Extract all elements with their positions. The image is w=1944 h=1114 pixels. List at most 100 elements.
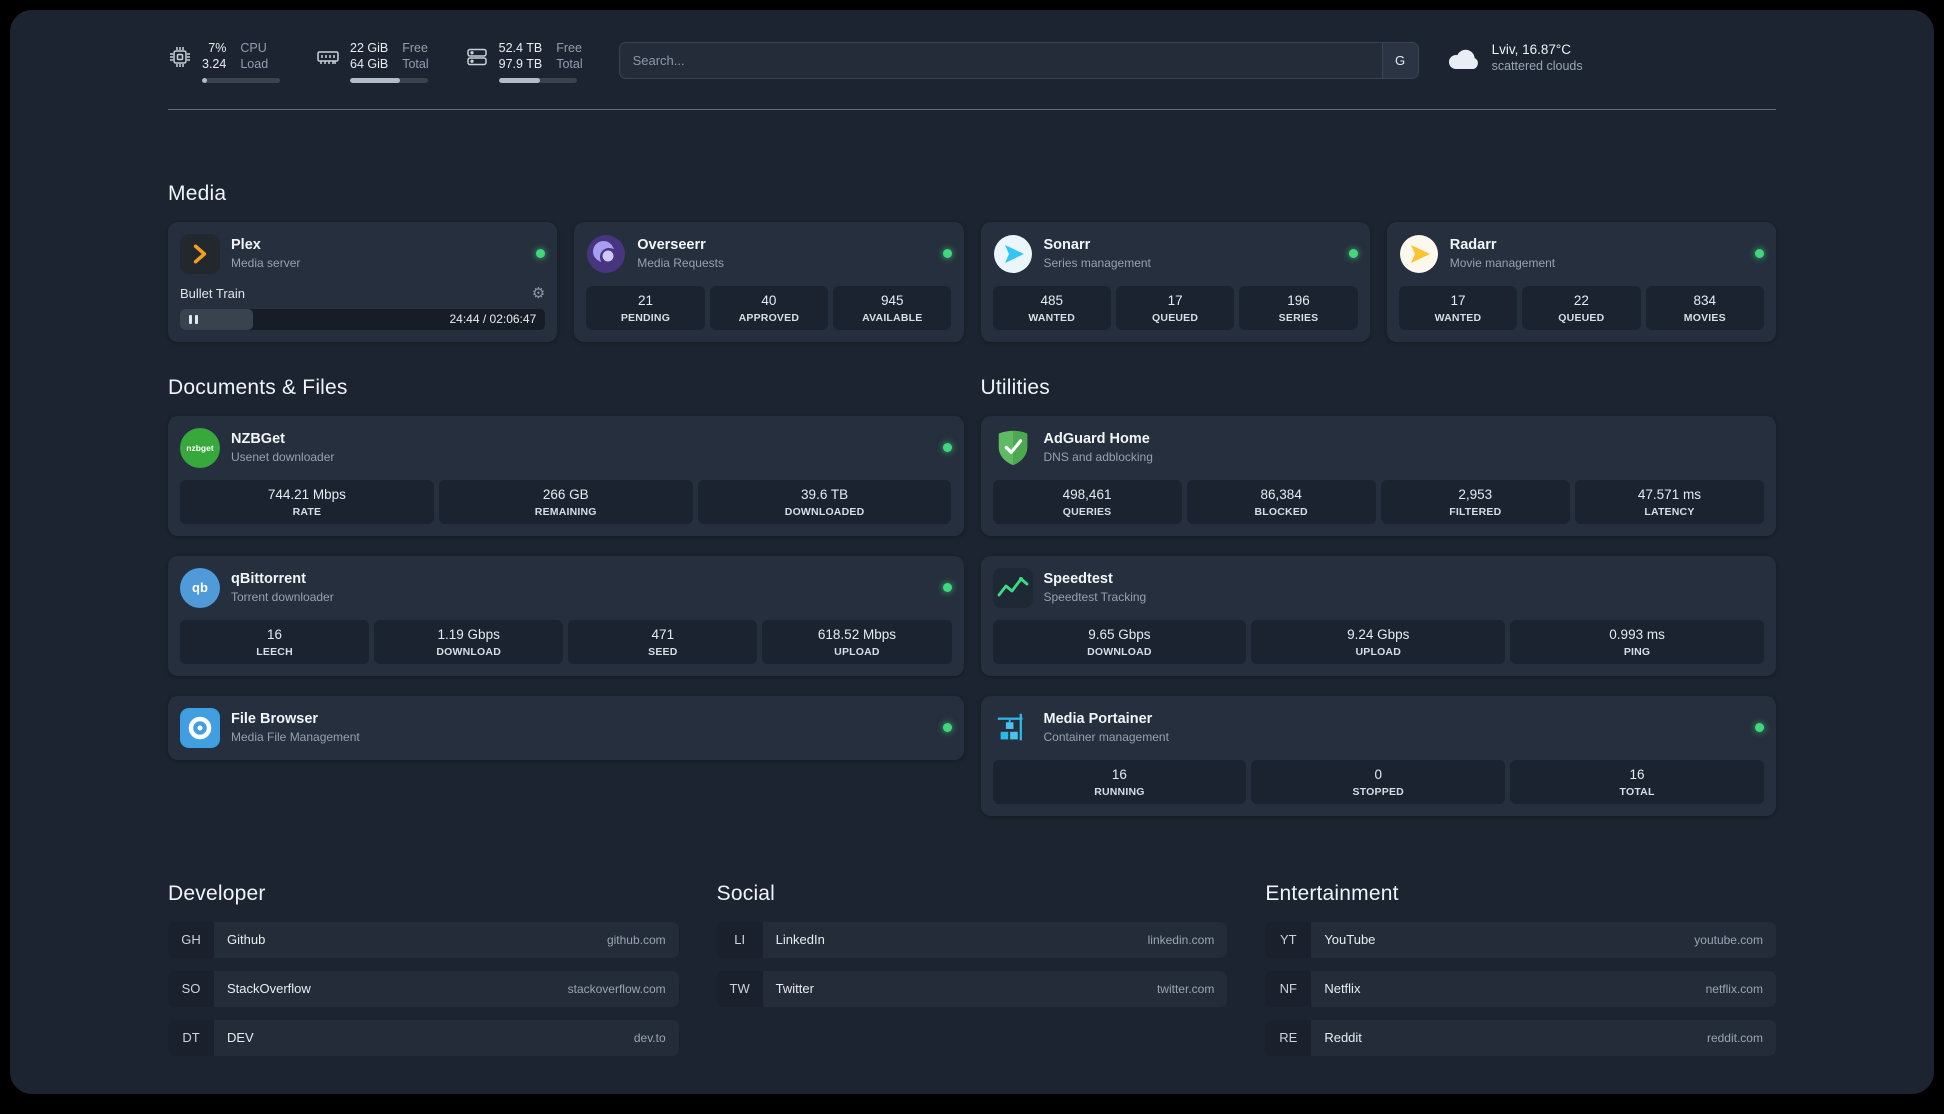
bookmark-abbr: RE xyxy=(1265,1019,1312,1056)
gear-icon[interactable]: ⚙ xyxy=(532,286,545,301)
service-name: NZBGet xyxy=(231,431,285,447)
status-dot xyxy=(942,443,952,452)
bookmark-twitter[interactable]: TW Twitter twitter.com xyxy=(716,970,1228,1007)
weather-location: Lviv, 16.87°C xyxy=(1491,42,1572,57)
service-name: Plex xyxy=(231,237,261,253)
service-card-portainer[interactable]: Media Portainer Container management 16 … xyxy=(980,695,1776,816)
stat-tile: 834 MOVIES xyxy=(1645,285,1764,330)
status-dot xyxy=(1348,249,1358,258)
bookmark-linkedin[interactable]: LI LinkedIn linkedin.com xyxy=(716,921,1228,958)
service-name: Media Portainer xyxy=(1043,711,1153,727)
stat-tile: 0 STOPPED xyxy=(1251,759,1506,804)
bookmark-github[interactable]: GH Github github.com xyxy=(168,921,679,958)
bookmark-group-entertainment: Entertainment YT YouTube youtube.com NF … xyxy=(1265,882,1776,1069)
service-card-speedtest[interactable]: Speedtest Speedtest Tracking 9.65 Gbps D… xyxy=(980,555,1776,676)
bookmark-name: LinkedIn xyxy=(775,932,825,947)
stat-tile: 498,461 QUERIES xyxy=(992,479,1182,524)
service-card-radarr[interactable]: Radarr Movie management 17 WANTED 22 QUE… xyxy=(1386,221,1776,342)
nzbget-icon: nzbget xyxy=(180,427,220,468)
bookmark-abbr: SO xyxy=(168,970,214,1007)
service-subtitle: Torrent downloader xyxy=(231,590,334,604)
bookmark-name: Github xyxy=(227,932,266,947)
cloud-icon xyxy=(1448,49,1478,69)
stat-tile: 471 SEED xyxy=(568,619,758,664)
section-title-entertainment: Entertainment xyxy=(1265,881,1399,905)
bookmark-youtube[interactable]: YT YouTube youtube.com xyxy=(1265,921,1776,958)
filebrowser-icon xyxy=(180,707,220,748)
service-card-adguard[interactable]: AdGuard Home DNS and adblocking 498,461 … xyxy=(980,415,1776,536)
topbar-divider xyxy=(168,108,1776,110)
service-card-sonarr[interactable]: Sonarr Series management 485 WANTED 17 Q… xyxy=(980,221,1370,342)
bookmark-domain: github.com xyxy=(606,932,666,947)
service-card-plex[interactable]: Plex Media server Bullet Train ⚙ 24:44 /… xyxy=(168,221,558,342)
bookmark-group-developer: Developer GH Github github.com SO StackO… xyxy=(168,882,679,1069)
bookmark-dev[interactable]: DT DEV dev.to xyxy=(168,1019,679,1056)
service-subtitle: Series management xyxy=(1043,256,1151,270)
qbittorrent-icon: qb xyxy=(180,567,220,608)
bookmark-group-social: Social LI LinkedIn linkedin.com TW Twitt… xyxy=(716,882,1228,1069)
section-title-documents: Documents & Files xyxy=(168,375,348,399)
memory-usage-bar-fill xyxy=(350,77,400,83)
stat-tile: 9.24 Gbps UPLOAD xyxy=(1251,619,1506,664)
service-subtitle: Media server xyxy=(231,256,301,270)
status-dot xyxy=(1755,249,1764,258)
service-name: qBittorrent xyxy=(231,571,306,587)
playback-progress-bar: 24:44 / 02:06:47 xyxy=(180,308,546,330)
documents-column: Documents & Files nzbget NZBGet Usenet d… xyxy=(168,376,964,760)
search-provider-button[interactable]: G xyxy=(1381,43,1418,78)
utilities-column: Utilities AdGuard Home DNS and adblockin… xyxy=(980,375,1776,816)
service-card-qbittorrent[interactable]: qb qBittorrent Torrent downloader 16 LEE… xyxy=(168,555,964,676)
stat-tile: 266 GB REMAINING xyxy=(438,479,693,524)
stat-tile: 47.571 ms LATENCY xyxy=(1574,479,1764,524)
memory-usage-bar xyxy=(350,77,428,83)
service-subtitle: Media Requests xyxy=(637,256,724,270)
storage-icon xyxy=(466,48,487,66)
bookmark-netflix[interactable]: NF Netflix netflix.com xyxy=(1265,970,1776,1007)
stat-tile: 16 LEECH xyxy=(180,619,370,664)
cpu-load-value: 3.24 xyxy=(202,57,227,72)
stat-tile: 40 APPROVED xyxy=(709,285,829,330)
service-name: Sonarr xyxy=(1043,237,1091,253)
storage-usage-bar-fill xyxy=(498,77,540,83)
bookmark-name: StackOverflow xyxy=(227,981,311,996)
stat-tile: 17 WANTED xyxy=(1398,285,1518,330)
storage-widget: 52.4 TB 97.9 TB Free Total xyxy=(465,40,583,83)
plex-icon xyxy=(180,233,220,274)
status-dot xyxy=(942,249,952,258)
bookmark-stackoverflow[interactable]: SO StackOverflow stackoverflow.com xyxy=(168,970,679,1007)
stat-tile: 9.65 Gbps DOWNLOAD xyxy=(992,619,1247,664)
service-subtitle: Usenet downloader xyxy=(231,450,335,464)
section-title-utilities: Utilities xyxy=(980,375,1050,399)
sonarr-icon xyxy=(993,234,1033,274)
service-name: AdGuard Home xyxy=(1043,431,1150,447)
bookmark-name: Netflix xyxy=(1324,981,1361,996)
bookmark-name: YouTube xyxy=(1324,932,1376,947)
cpu-usage-bar-fill xyxy=(202,77,208,83)
bookmark-reddit[interactable]: RE Reddit reddit.com xyxy=(1265,1019,1776,1056)
service-card-filebrowser[interactable]: File Browser Media File Management xyxy=(168,695,964,760)
service-name: Overseerr xyxy=(637,237,706,253)
service-name: File Browser xyxy=(231,711,319,727)
service-subtitle: Media File Management xyxy=(231,730,360,744)
stat-tile: 21 PENDING xyxy=(586,285,705,330)
bookmark-domain: dev.to xyxy=(633,1030,666,1045)
bookmark-domain: linkedin.com xyxy=(1147,932,1215,947)
service-card-overseerr[interactable]: Overseerr Media Requests 21 PENDING 40 A… xyxy=(574,221,964,342)
cpu-chip-icon xyxy=(170,47,190,67)
stat-tile: 196 SERIES xyxy=(1239,285,1358,330)
memory-free-value: 22 GiB xyxy=(350,41,389,55)
stat-tile: 1.19 Gbps DOWNLOAD xyxy=(374,619,564,664)
section-title-developer: Developer xyxy=(168,881,266,905)
stat-tile: 86,384 BLOCKED xyxy=(1186,479,1376,524)
storage-free-value: 52.4 TB xyxy=(498,41,543,55)
storage-total-label: Total xyxy=(556,57,583,72)
bookmark-name: Twitter xyxy=(775,981,814,996)
storage-usage-bar xyxy=(498,77,577,83)
search-input[interactable] xyxy=(619,53,1382,68)
stat-tile: 618.52 Mbps UPLOAD xyxy=(762,619,952,664)
stat-tile: 744.21 Mbps RATE xyxy=(180,479,434,524)
service-card-nzbget[interactable]: nzbget NZBGet Usenet downloader 744.21 M… xyxy=(168,415,964,536)
memory-icon xyxy=(317,51,339,64)
stat-tile: 16 TOTAL xyxy=(1510,759,1764,804)
search-bar: G xyxy=(618,42,1419,79)
